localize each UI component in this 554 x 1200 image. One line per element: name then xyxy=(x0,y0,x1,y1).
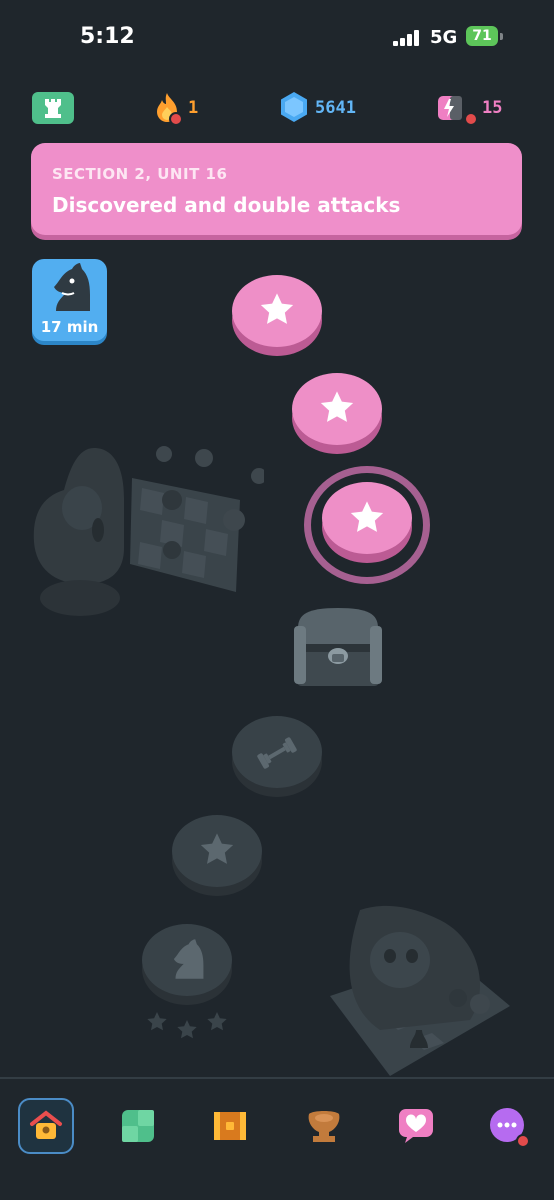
nav-puzzles[interactable] xyxy=(110,1098,166,1154)
gems-button[interactable] xyxy=(278,90,310,124)
more-alert-dot xyxy=(516,1134,530,1148)
status-time: 5:12 xyxy=(80,24,135,49)
lesson-duration: 17 min xyxy=(40,318,99,336)
section-subtitle: SECTION 2, UNIT 16 xyxy=(52,165,228,183)
chest-icon xyxy=(214,1112,246,1140)
hearts-button[interactable] xyxy=(436,94,466,122)
gems-count: 5641 xyxy=(315,98,356,118)
star-icon xyxy=(260,293,294,324)
nav-hearts[interactable] xyxy=(388,1098,444,1154)
network-type: 5G xyxy=(430,27,458,48)
heart-icon xyxy=(399,1109,433,1143)
energy-icon xyxy=(438,96,462,120)
battery-cap xyxy=(500,33,503,40)
gem-icon xyxy=(281,92,307,122)
nav-home[interactable] xyxy=(18,1098,74,1154)
lesson-duration-badge[interactable]: 17 min xyxy=(32,259,107,341)
section-title: Discovered and double attacks xyxy=(52,193,401,217)
rook-icon xyxy=(45,99,61,118)
streak-count: 1 xyxy=(188,98,199,118)
hearts-alert-dot xyxy=(464,112,478,126)
treasure-chest-icon[interactable] xyxy=(292,606,384,688)
puzzle-icon xyxy=(122,1110,154,1142)
dumbbell-icon xyxy=(257,737,297,769)
hearts-count: 15 xyxy=(482,98,503,118)
three-stars-icon xyxy=(147,1012,227,1039)
section-header-card[interactable]: SECTION 2, UNIT 16 Discovered and double… xyxy=(31,143,522,235)
trophy-icon xyxy=(308,1111,340,1142)
star-icon xyxy=(320,391,354,422)
knight-icon xyxy=(173,939,204,979)
signal-icon xyxy=(393,30,421,46)
gorilla-chessboard-illustration xyxy=(330,905,510,1076)
course-rook-button[interactable] xyxy=(32,92,74,124)
battery-level: 71 xyxy=(466,26,498,46)
home-icon xyxy=(30,1110,62,1139)
star-icon xyxy=(200,833,234,864)
streak-alert-dot xyxy=(169,112,183,126)
character-chessboard-illustration xyxy=(33,446,264,616)
nav-leaderboard[interactable] xyxy=(296,1098,352,1154)
bottom-nav-divider xyxy=(0,1077,554,1079)
knight-icon xyxy=(54,263,90,311)
nav-chest[interactable] xyxy=(202,1098,258,1154)
star-icon xyxy=(350,501,384,532)
